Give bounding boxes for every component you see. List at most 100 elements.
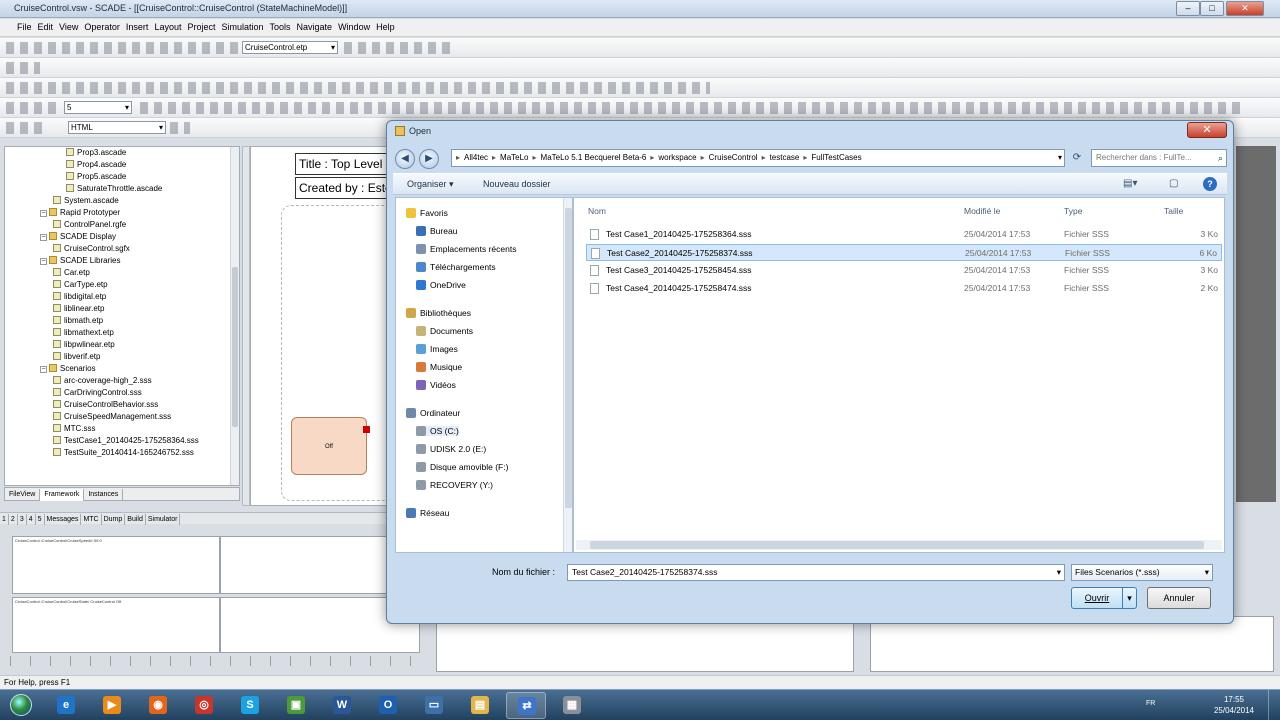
nav-item[interactable]: Images: [416, 344, 458, 354]
address-bar[interactable]: ▸ All4tec ▸ MaTeLo ▸ MaTeLo 5.1 Becquerel Bet…: [451, 149, 1065, 167]
toolbar-icons[interactable]: [170, 122, 190, 134]
breadcrumb-separator-icon[interactable]: ▸: [762, 153, 766, 162]
tree-item[interactable]: CarDrivingControl.sss: [5, 387, 239, 399]
nav-item[interactable]: Disque amovible (F:): [416, 462, 508, 472]
output-tab[interactable]: MTC: [81, 514, 102, 525]
chevron-down-icon[interactable]: ▾: [1205, 565, 1209, 580]
cancel-button[interactable]: Annuler: [1147, 587, 1211, 609]
toolbar-icons[interactable]: [344, 42, 450, 54]
project-combo[interactable]: CruiseControl.etp: [242, 41, 338, 54]
nav-scrollbar[interactable]: [563, 198, 572, 552]
new-folder-button[interactable]: Nouveau dossier: [483, 179, 551, 189]
organize-button[interactable]: Organiser ▾: [407, 179, 454, 190]
file-row[interactable]: Test Case3_20140425-175258454.sss 25/04/2…: [586, 262, 1222, 279]
chevron-down-icon[interactable]: ▾: [1057, 565, 1061, 580]
tree-item[interactable]: libmathext.etp: [5, 327, 239, 339]
output-tab[interactable]: 1: [0, 514, 9, 525]
output-tab[interactable]: 3: [18, 514, 27, 525]
column-size[interactable]: Taille: [1164, 206, 1183, 216]
tab-fileview[interactable]: FileView: [5, 489, 41, 501]
expand-toggle-icon[interactable]: −: [40, 258, 47, 265]
file-row[interactable]: Test Case2_20140425-175258374.sss 25/04/2…: [586, 244, 1222, 261]
tree-scrollbar[interactable]: [230, 147, 239, 485]
menu-tools[interactable]: Tools: [267, 19, 294, 35]
nav-item[interactable]: Bureau: [416, 226, 457, 236]
tree-item[interactable]: − SCADE Display: [5, 231, 239, 243]
tree-item[interactable]: Prop4.ascade: [5, 159, 239, 171]
preview-pane-icon[interactable]: ▢: [1169, 178, 1178, 189]
menu-navigate[interactable]: Navigate: [294, 19, 336, 35]
tree-item[interactable]: liblinear.etp: [5, 303, 239, 315]
back-button[interactable]: ◀: [395, 149, 415, 169]
tree-item[interactable]: − Rapid Prototyper: [5, 207, 239, 219]
taskbar-app-calculator[interactable]: ▦: [552, 692, 592, 719]
output-tab[interactable]: Messages: [45, 514, 82, 525]
menu-file[interactable]: File: [14, 19, 35, 35]
tree-item[interactable]: libmath.etp: [5, 315, 239, 327]
menu-simulation[interactable]: Simulation: [218, 19, 266, 35]
breadcrumb-item[interactable]: workspace: [658, 153, 696, 162]
menu-layout[interactable]: Layout: [151, 19, 184, 35]
breadcrumb-separator-icon[interactable]: ▸: [701, 153, 705, 162]
menu-operator[interactable]: Operator: [81, 19, 123, 35]
taskbar-app-scade[interactable]: ⇄: [506, 692, 546, 719]
output-tab[interactable]: 4: [27, 514, 36, 525]
tree-item[interactable]: CruiseSpeedManagement.sss: [5, 411, 239, 423]
toolbar-icons[interactable]: [6, 42, 240, 54]
nav-item[interactable]: Documents: [416, 326, 473, 336]
open-button[interactable]: Ouvrir ▾: [1071, 587, 1137, 609]
scroll-thumb[interactable]: [232, 267, 238, 427]
breadcrumb-item[interactable]: FullTestCases: [811, 153, 861, 162]
taskbar-app-internet-explorer[interactable]: e: [46, 692, 86, 719]
state-off[interactable]: Off: [291, 417, 370, 475]
scroll-thumb[interactable]: [590, 541, 1204, 549]
menu-window[interactable]: Window: [335, 19, 373, 35]
nav-item[interactable]: UDISK 2.0 (E:): [416, 444, 486, 454]
nav-group-computer[interactable]: Ordinateur: [406, 408, 460, 418]
show-desktop-button[interactable]: [1268, 690, 1280, 720]
maximize-button[interactable]: □: [1200, 1, 1224, 16]
output-tab[interactable]: 2: [9, 514, 18, 525]
file-row[interactable]: Test Case4_20140425-175258474.sss 25/04/2…: [586, 280, 1222, 297]
zoom-combo[interactable]: 5: [64, 101, 132, 114]
tree-item[interactable]: MTC.sss: [5, 423, 239, 435]
taskbar-app-remote-desktop[interactable]: ▭: [414, 692, 454, 719]
clock[interactable]: 17:55 25/04/2014: [1214, 694, 1254, 716]
tree-item[interactable]: ControlPanel.rgfe: [5, 219, 239, 231]
start-button[interactable]: [2, 690, 40, 720]
breadcrumb-separator-icon[interactable]: ▸: [650, 153, 654, 162]
nav-group-network[interactable]: Réseau: [406, 508, 449, 518]
nav-item[interactable]: Emplacements récents: [416, 244, 516, 254]
file-type-select[interactable]: Files Scenarios (*.sss) ▾: [1071, 564, 1213, 581]
taskbar-app-chrome[interactable]: ◎: [184, 692, 224, 719]
breadcrumb-separator-icon[interactable]: ▸: [533, 153, 537, 162]
format-combo[interactable]: HTML: [68, 121, 166, 134]
toolbar-icons[interactable]: [6, 62, 40, 74]
taskbar-app-word[interactable]: W: [322, 692, 362, 719]
tree-item[interactable]: TestCase1_20140425-175258364.sss: [5, 435, 239, 447]
breadcrumb-separator-icon[interactable]: ▸: [803, 153, 807, 162]
tree-item[interactable]: CruiseControlBehavior.sss: [5, 399, 239, 411]
nav-item[interactable]: Musique: [416, 362, 462, 372]
expand-toggle-icon[interactable]: −: [40, 210, 47, 217]
toolbar-icons[interactable]: [140, 102, 1240, 114]
nav-item[interactable]: OneDrive: [416, 280, 466, 290]
view-options-icon[interactable]: ▤▾: [1123, 178, 1137, 189]
breadcrumb-item[interactable]: MaTeLo: [500, 153, 528, 162]
tree-item[interactable]: arc-coverage-high_2.sss: [5, 375, 239, 387]
tree-item[interactable]: CarType.etp: [5, 279, 239, 291]
refresh-icon[interactable]: ⟳: [1069, 150, 1085, 166]
menu-view[interactable]: View: [56, 19, 81, 35]
minimize-button[interactable]: –: [1176, 1, 1200, 16]
filename-input[interactable]: Test Case2_20140425-175258374.sss ▾: [567, 564, 1065, 581]
tree-item[interactable]: Prop3.ascade: [5, 147, 239, 159]
toolbar-icons[interactable]: [6, 102, 60, 114]
tree-item[interactable]: libpwlinear.etp: [5, 339, 239, 351]
tree-item[interactable]: libdigital.etp: [5, 291, 239, 303]
scroll-thumb[interactable]: [565, 208, 572, 508]
menu-project[interactable]: Project: [184, 19, 218, 35]
dialog-close-button[interactable]: ✕: [1187, 122, 1227, 138]
chevron-down-icon[interactable]: ▾: [1058, 150, 1062, 166]
breadcrumb-item[interactable]: MaTeLo 5.1 Becquerel Beta-6: [541, 153, 647, 162]
toolbar-icons[interactable]: [6, 82, 710, 94]
